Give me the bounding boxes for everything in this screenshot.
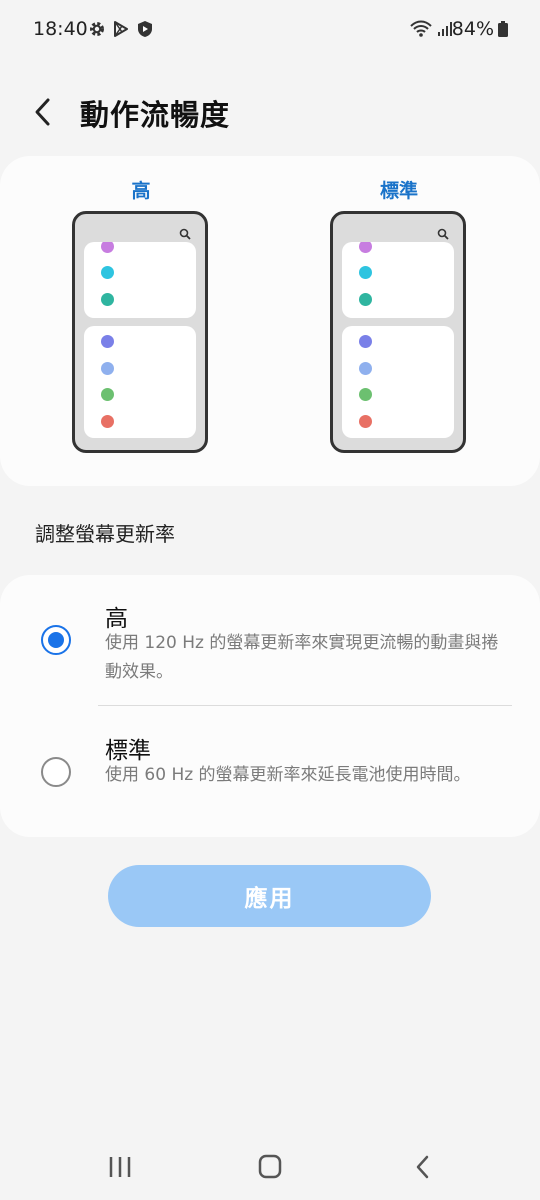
option-description: 使用 120 Hz 的螢幕更新率來實現更流暢的動畫與捲動效果。 [105, 633, 499, 682]
navigation-bar [0, 1138, 540, 1200]
radio-button-high[interactable] [41, 625, 71, 655]
status-bar: 18:40 84% [0, 0, 540, 60]
section-label: 調整螢幕更新率 [35, 522, 175, 546]
radio-button-standard[interactable] [41, 757, 71, 787]
preview-panel-top [342, 242, 454, 318]
home-button[interactable] [250, 1152, 290, 1182]
color-dot [101, 293, 114, 306]
search-icon [437, 228, 449, 240]
color-dot [359, 293, 372, 306]
back-icon [416, 1155, 429, 1179]
battery-icon [498, 21, 508, 37]
gear-icon [90, 22, 104, 36]
color-dot [359, 415, 372, 428]
color-dot [101, 335, 114, 348]
preview-panel-top [84, 242, 196, 318]
options-card: 高 使用 120 Hz 的螢幕更新率來實現更流暢的動畫與捲動效果。 標準 使用 … [0, 575, 540, 837]
play-store-icon [114, 21, 128, 37]
color-dot [359, 335, 372, 348]
color-dot [359, 388, 372, 401]
phone-preview-standard [330, 211, 466, 453]
option-title: 標準 [105, 738, 151, 764]
option-description: 使用 60 Hz 的螢幕更新率來延長電池使用時間。 [105, 765, 471, 785]
option-title: 高 [105, 606, 128, 632]
chevron-left-icon [35, 98, 50, 126]
option-standard[interactable]: 標準 使用 60 Hz 的螢幕更新率來延長電池使用時間。 [0, 706, 540, 837]
color-dot [101, 362, 114, 375]
recent-apps-icon [109, 1157, 131, 1177]
preview-label-standard: 標準 [379, 180, 418, 202]
apply-button[interactable]: 應用 [108, 865, 431, 927]
preview-card: 高 標準 [0, 156, 540, 486]
back-button[interactable] [28, 92, 64, 132]
color-dot [359, 362, 372, 375]
recent-apps-button[interactable] [100, 1152, 140, 1182]
color-dot [101, 388, 114, 401]
battery-percentage: 84% [451, 18, 494, 40]
color-dot [101, 266, 114, 279]
color-dot [359, 266, 372, 279]
phone-preview-high [72, 211, 208, 453]
page-title: 動作流暢度 [80, 98, 231, 132]
search-icon [179, 228, 191, 240]
color-dot [359, 242, 372, 253]
nav-back-button[interactable] [402, 1152, 442, 1182]
preview-label-high: 高 [131, 180, 151, 202]
home-icon [258, 1154, 282, 1179]
shield-icon [138, 21, 152, 37]
preview-panel-bottom [342, 326, 454, 438]
status-time: 18:40 [33, 18, 88, 40]
option-high[interactable]: 高 使用 120 Hz 的螢幕更新率來實現更流暢的動畫與捲動效果。 [0, 575, 540, 705]
wifi-icon [410, 20, 432, 37]
color-dot [101, 242, 114, 253]
preview-panel-bottom [84, 326, 196, 438]
color-dot [101, 415, 114, 428]
